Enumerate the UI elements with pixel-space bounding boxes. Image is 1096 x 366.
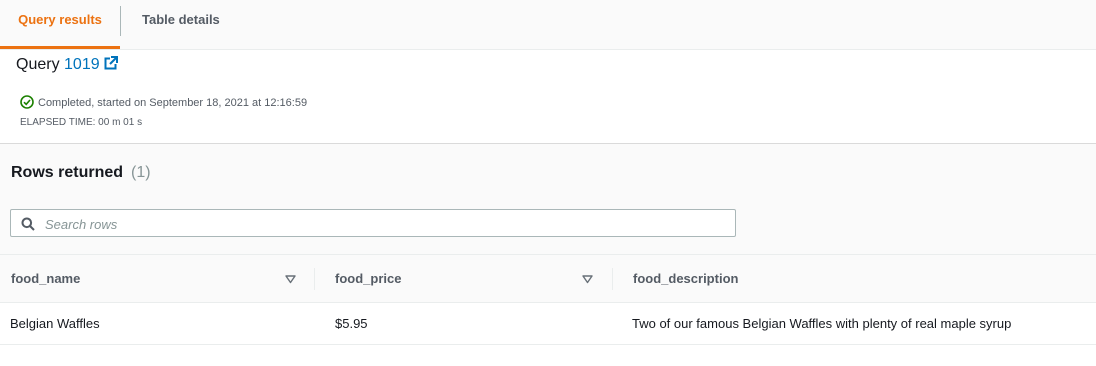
status-text: Completed, started on September 18, 2021… xyxy=(38,97,308,109)
external-link-icon[interactable] xyxy=(104,56,118,70)
tab-query-results[interactable]: Query results xyxy=(0,0,120,49)
search-rows-input[interactable] xyxy=(43,213,727,235)
query-id-link[interactable]: 1019 xyxy=(64,56,118,73)
table-header: food_name food_price food_description xyxy=(0,254,1096,303)
rows-count: (1) xyxy=(131,164,151,181)
rows-title: Rows returned (1) xyxy=(11,164,151,182)
rows-returned-panel: Rows returned (1) food_name food_price fo… xyxy=(0,143,1096,366)
tab-divider xyxy=(120,6,121,36)
elapsed-time: ELAPSED TIME: 00 m 01 s xyxy=(20,117,143,128)
column-header-food-name[interactable]: food_name xyxy=(11,255,80,302)
query-info-panel: Query 1019 Completed, started on Septemb… xyxy=(0,50,1096,143)
success-check-icon xyxy=(20,95,34,109)
query-id[interactable]: 1019 xyxy=(64,56,100,73)
query-status: Completed, started on September 18, 2021… xyxy=(20,95,307,109)
cell-food-name: Belgian Waffles xyxy=(10,316,100,331)
column-divider[interactable] xyxy=(612,268,613,290)
results-tabs: Query results Table details xyxy=(0,0,1096,50)
cell-food-price: $5.95 xyxy=(335,316,368,331)
search-icon xyxy=(21,217,35,231)
rows-header: Rows returned (1) xyxy=(0,144,1096,254)
column-divider[interactable] xyxy=(314,268,315,290)
tab-table-details[interactable]: Table details xyxy=(142,0,220,46)
query-prefix: Query xyxy=(16,56,60,73)
sort-caret-down-icon[interactable] xyxy=(582,274,593,284)
query-title: Query 1019 xyxy=(16,56,118,74)
table-row: Belgian Waffles $5.95 Two of our famous … xyxy=(0,303,1096,345)
search-rows-box[interactable] xyxy=(10,209,736,237)
column-header-food-price[interactable]: food_price xyxy=(335,255,401,302)
cell-food-description: Two of our famous Belgian Waffles with p… xyxy=(632,316,1012,331)
column-header-food-description[interactable]: food_description xyxy=(633,255,738,302)
rows-title-text: Rows returned xyxy=(11,164,124,181)
sort-caret-down-icon[interactable] xyxy=(285,274,296,284)
